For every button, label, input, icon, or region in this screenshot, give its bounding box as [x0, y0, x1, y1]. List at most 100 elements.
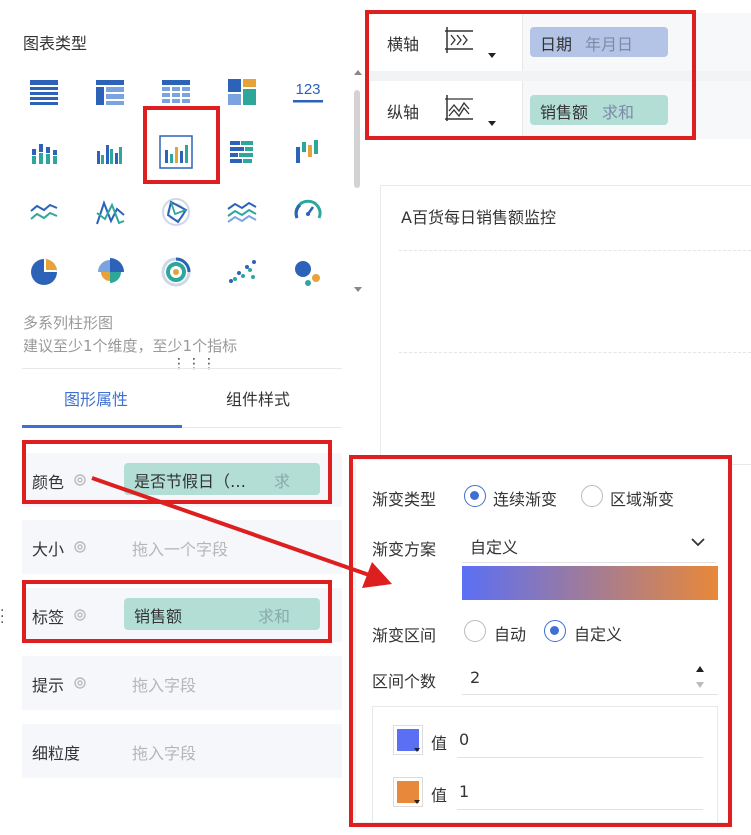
caret-icon [414, 748, 420, 752]
interval-count-input[interactable]: 2 [470, 668, 480, 687]
ring-icon[interactable] [154, 250, 198, 294]
size-drop-placeholder: 拖入一个字段 [132, 540, 229, 559]
cross-table-icon[interactable] [88, 70, 132, 114]
radio-custom-range[interactable] [544, 620, 566, 642]
bubble-icon[interactable] [286, 250, 330, 294]
left-config-panel: 图表类型 123 多系列柱形图 建议至少1个维度，至少1个指标 ⋮⋮⋮ 图形属性… [0, 0, 362, 835]
property-row-granularity[interactable]: 细粒度 拖入字段 [22, 724, 342, 778]
property-label-size: 大小 [32, 540, 65, 559]
chart-type-scrollbar[interactable] [352, 70, 362, 292]
radio-custom-label[interactable]: 自定义 [574, 621, 622, 645]
x-axis-type-icon[interactable] [442, 23, 476, 57]
tab-graphic-properties[interactable]: 图形属性 [64, 386, 128, 410]
stacked-column-icon[interactable] [22, 130, 66, 174]
y-axis-field-agg: 求和 [602, 103, 635, 122]
scroll-down-arrow[interactable] [354, 287, 362, 292]
y-axis-row[interactable]: 纵轴 销售额 求和 [370, 81, 751, 139]
color-swatch-stop-2[interactable] [393, 777, 423, 807]
resize-handle-icon[interactable]: ⋮⋮⋮ [172, 356, 217, 372]
table-icon[interactable] [22, 70, 66, 114]
tooltip-drop-placeholder: 拖入字段 [132, 676, 197, 695]
property-label-granularity: 细粒度 [32, 744, 81, 763]
caret-icon [414, 800, 420, 804]
x-axis-row[interactable]: 横轴 日期 年月日 [370, 13, 751, 71]
x-axis-label: 横轴 [387, 35, 420, 54]
gridline [399, 352, 751, 353]
stacked-bar-icon[interactable] [220, 130, 264, 174]
line-icon[interactable] [22, 190, 66, 234]
x-axis-field-pill[interactable]: 日期 年月日 [530, 27, 668, 57]
granularity-drop-placeholder: 拖入字段 [132, 744, 197, 763]
increment-arrow-icon[interactable] [696, 666, 704, 672]
stop-1-value-input[interactable]: 0 [459, 730, 469, 749]
area-line-icon[interactable] [88, 190, 132, 234]
property-row-tooltip[interactable]: 提示 拖入字段 [22, 656, 342, 710]
input-underline [457, 809, 703, 810]
radio-auto-range[interactable] [464, 620, 486, 642]
rose-pie-icon[interactable] [88, 250, 132, 294]
chevron-down-icon[interactable] [488, 121, 496, 126]
tag-field-pill[interactable]: 销售额 求和 [124, 598, 320, 630]
radio-continuous-label[interactable]: 连续渐变 [493, 486, 557, 510]
gear-icon[interactable] [72, 675, 88, 691]
property-row-color[interactable]: 颜色 是否节假日（… 求 [22, 453, 342, 507]
scroll-thumb[interactable] [354, 90, 360, 188]
decrement-arrow-icon[interactable] [696, 682, 704, 688]
chart-title: A百货每日销售额监控 [401, 208, 556, 227]
stop-2-label: 值 [431, 786, 448, 805]
y-axis-field-pill[interactable]: 销售额 求和 [530, 95, 668, 125]
color-stops-list: 值 0 值 1 [372, 706, 718, 822]
x-axis-field-agg: 年月日 [585, 35, 634, 54]
color-swatch-stop-1[interactable] [393, 725, 423, 755]
x-axis-field-name: 日期 [540, 35, 573, 54]
radio-region-gradient[interactable] [581, 485, 603, 507]
property-label-tooltip: 提示 [32, 676, 65, 695]
gridline [399, 250, 751, 251]
scatter-icon[interactable] [220, 250, 264, 294]
radio-region-label[interactable]: 区域渐变 [610, 486, 674, 510]
number-card-icon[interactable]: 123 [286, 70, 330, 114]
chart-type-title: 图表类型 [23, 34, 88, 53]
gradient-preview-bar [462, 566, 718, 600]
grouped-column-icon[interactable] [88, 130, 132, 174]
stacked-area-icon[interactable] [220, 190, 264, 234]
svg-text:123: 123 [295, 81, 320, 98]
panel-drag-handle-icon[interactable]: · · · [0, 604, 4, 630]
radar-icon[interactable] [154, 190, 198, 234]
multi-series-column-icon[interactable] [154, 130, 198, 174]
chevron-down-icon[interactable] [690, 534, 706, 550]
gradient-scheme-select[interactable]: 自定义 [470, 534, 518, 558]
tag-field-agg: 求和 [257, 607, 290, 626]
gradient-scheme-label: 渐变方案 [372, 540, 437, 559]
tab-component-style[interactable]: 组件样式 [226, 386, 290, 410]
gradient-range-label: 渐变区间 [372, 626, 437, 645]
stop-2-value-input[interactable]: 1 [459, 782, 469, 801]
scroll-up-arrow[interactable] [354, 70, 362, 75]
property-label-tag: 标签 [32, 608, 65, 627]
radio-continuous-gradient[interactable] [464, 485, 486, 507]
color-field-pill[interactable]: 是否节假日（… 求 [124, 463, 320, 495]
chart-hint: 建议至少1个维度，至少1个指标 [23, 337, 238, 355]
gear-icon[interactable] [72, 539, 88, 555]
detail-table-icon[interactable] [154, 70, 198, 114]
pie-icon[interactable] [22, 250, 66, 294]
property-row-tag[interactable]: 标签 销售额 求和 [22, 588, 342, 642]
color-field-agg: 求 [273, 472, 290, 491]
gradient-type-label: 渐变类型 [372, 490, 437, 509]
gear-icon[interactable] [72, 472, 88, 488]
color-field-name: 是否节假日（… [134, 472, 247, 491]
chart-canvas-card[interactable]: A百货每日销售额监控 [380, 185, 751, 465]
y-axis-type-icon[interactable] [442, 91, 476, 125]
card-block-icon[interactable] [220, 70, 264, 114]
waterfall-icon[interactable] [286, 130, 330, 174]
gauge-icon[interactable] [286, 190, 330, 234]
gradient-settings-popup: 渐变类型 连续渐变 区域渐变 渐变方案 自定义 渐变区间 自动 自定义 区间个数… [356, 460, 729, 822]
select-underline [462, 562, 716, 563]
divider [22, 368, 342, 369]
chevron-down-icon[interactable] [488, 53, 496, 58]
input-underline [462, 694, 718, 695]
interval-count-label: 区间个数 [372, 672, 437, 691]
property-row-size[interactable]: 大小 拖入一个字段 [22, 520, 342, 574]
gear-icon[interactable] [72, 607, 88, 623]
radio-auto-label[interactable]: 自动 [494, 621, 526, 645]
